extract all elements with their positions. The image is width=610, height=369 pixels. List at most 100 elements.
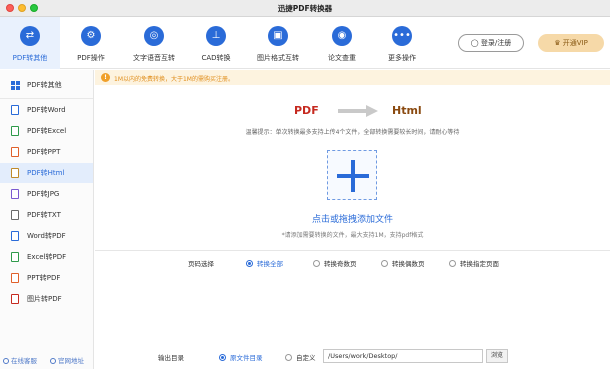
source-format-label: PDF [294,104,319,117]
tab-label: 论文查重 [328,54,356,62]
ruler-icon: ⊥ [206,26,226,46]
sidebar-item-pdf-to-txt[interactable]: PDF转TXT [0,205,93,225]
tab-label: PDF操作 [77,54,105,62]
radio-label: 转换全部 [257,260,283,268]
radio-dot [246,260,253,267]
tip-text: 温馨提示：单次转换最多支持上传4个文件，全部转换需要较长时间，请耐心等待 [245,129,460,136]
word-file-icon [11,231,19,241]
tab-pdf-to-other[interactable]: ⇄ PDF转其他 [0,17,60,69]
sidebar-item-excel-to-pdf[interactable]: Excel转PDF [0,247,93,267]
radio-label: 原文件目录 [230,354,263,362]
online-service-label: 在线客服 [11,357,37,365]
notice-text: 1M以内的免费转换，大于1M的需购买注册。 [114,76,234,83]
sidebar-item-label: PDF转Word [27,106,66,114]
paper-check-icon: ◉ [332,26,352,46]
sidebar-divider [0,98,93,99]
sidebar-item-word-to-pdf[interactable]: Word转PDF [0,226,93,246]
output-dir-label: 输出目录 [158,354,184,362]
sidebar-item-pdf-to-html[interactable]: PDF转Html [0,163,93,183]
official-site-label: 官网地址 [58,357,84,365]
add-file-label[interactable]: 点击或拖拽添加文件 [95,212,610,225]
tab-image-convert[interactable]: ▣ 图片格式互转 [246,17,310,69]
globe-icon [50,358,56,364]
radio-convert-even[interactable]: 转换偶数页 [381,258,425,268]
sidebar-item-label: 图片转PDF [27,295,62,303]
sidebar-item-label: PPT转PDF [27,274,61,282]
sidebar-item-label: Word转PDF [27,232,66,240]
output-path-field[interactable]: /Users/work/Desktop/ [323,349,483,363]
sidebar-item-pdf-to-word[interactable]: PDF转Word [0,100,93,120]
sidebar-item-label: Excel转PDF [27,253,67,261]
sidebar-item-image-to-pdf[interactable]: 图片转PDF [0,289,93,309]
document-convert-icon: ⇄ [20,26,40,46]
sidebar-item-pdf-to-other[interactable]: PDF转其他 [0,75,93,95]
tab-paper-check[interactable]: ◉ 论文查重 [316,17,368,69]
radio-dot [381,260,388,267]
warning-icon: ! [101,73,110,82]
sidebar-item-pdf-to-excel[interactable]: PDF转Excel [0,121,93,141]
section-divider [95,250,610,251]
radio-custom-dir[interactable]: 自定义 [285,352,316,362]
radio-original-dir[interactable]: 原文件目录 [219,352,263,362]
tab-label: CAD转换 [201,54,231,62]
grid-icon [11,81,20,90]
audio-icon: ◎ [144,26,164,46]
excel-file-icon [11,126,19,136]
radio-dot [219,354,226,361]
sidebar-item-pdf-to-ppt[interactable]: PDF转PPT [0,142,93,162]
gear-icon: ⚙ [81,26,101,46]
login-register-button[interactable]: ◯ 登录/注册 [458,34,524,52]
sidebar-item-ppt-to-pdf[interactable]: PPT转PDF [0,268,93,288]
image-file-icon [11,294,19,304]
notice-bar: ! 1M以内的免费转换，大于1M的需购买注册。 [95,70,610,85]
plus-icon-bar [337,174,369,178]
html-file-icon [11,168,19,178]
radio-dot [313,260,320,267]
sidebar-item-label: PDF转PPT [27,148,61,156]
add-file-dropzone[interactable] [327,150,377,200]
word-file-icon [11,105,19,115]
tab-label: 文字语音互转 [133,54,175,62]
excel-file-icon [11,252,19,262]
online-service-link[interactable]: 在线客服 [3,355,37,365]
sidebar-item-label: PDF转TXT [27,211,61,219]
tab-cad-convert[interactable]: ⊥ CAD转换 [190,17,242,69]
ppt-file-icon [11,273,19,283]
ppt-file-icon [11,147,19,157]
tab-more-operations[interactable]: ••• 更多操作 [376,17,428,69]
radio-label: 自定义 [296,354,316,362]
radio-convert-custom[interactable]: 转换指定页面 [449,258,499,268]
title-bar: 迅捷PDF转换器 [0,0,610,17]
tab-label: 图片格式互转 [257,54,299,62]
crown-icon: ♛ [554,39,561,47]
target-format-label: Html [392,104,422,117]
jpg-file-icon [11,189,19,199]
sidebar-item-label: PDF转JPG [27,190,60,198]
image-icon: ▣ [268,26,288,46]
browse-button[interactable]: 浏览 [486,349,508,363]
radio-label: 转换指定页面 [460,260,499,268]
radio-label: 转换偶数页 [392,260,425,268]
open-vip-label: 开通VIP [562,39,588,47]
official-site-link[interactable]: 官网地址 [50,355,84,365]
radio-label: 转换奇数页 [324,260,357,268]
sidebar: PDF转其他 PDF转Word PDF转Excel PDF转PPT PDF转Ht… [0,70,94,369]
sidebar-item-label: PDF转其他 [27,81,62,89]
page-select-label: 页码选择 [188,260,214,268]
sidebar-item-pdf-to-jpg[interactable]: PDF转JPG [0,184,93,204]
tab-text-speech[interactable]: ◎ 文字语音互转 [122,17,186,69]
tab-pdf-operations[interactable]: ⚙ PDF操作 [62,17,120,69]
txt-file-icon [11,210,19,220]
window-title: 迅捷PDF转换器 [277,4,333,13]
radio-convert-all[interactable]: 转换全部 [246,258,283,268]
arrow-right-icon [338,105,378,117]
radio-dot [449,260,456,267]
sidebar-item-label: PDF转Excel [27,127,67,135]
add-file-hint: *请添加需要转换的文件，最大支持1M，支持pdf格式 [281,232,424,239]
headset-icon [3,358,9,364]
login-register-label: 登录/注册 [480,39,512,47]
user-icon: ◯ [470,39,479,47]
open-vip-button[interactable]: ♛ 开通VIP [538,34,604,52]
tab-label: PDF转其他 [12,54,48,62]
radio-convert-odd[interactable]: 转换奇数页 [313,258,357,268]
